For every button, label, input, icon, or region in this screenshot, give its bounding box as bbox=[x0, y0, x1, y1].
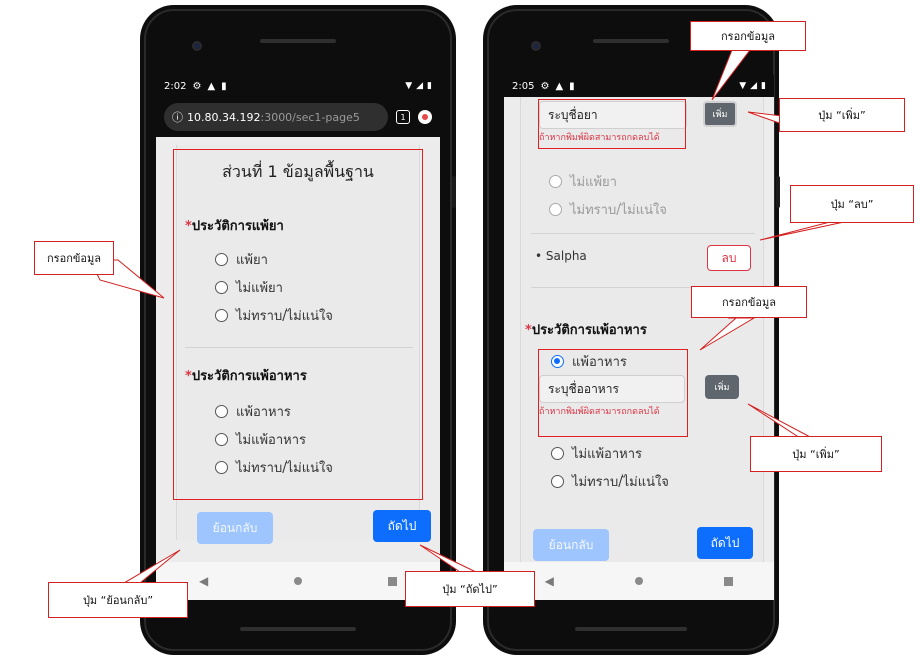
radio-food-unsure[interactable]: ไม่ทราบ/ไม่แน่ใจ bbox=[551, 471, 669, 492]
radio-label: ไม่แพ้อาหาร bbox=[572, 447, 643, 462]
callout-next: ปุ่ม “ถัดไป” bbox=[405, 571, 535, 607]
next-button[interactable]: ถัดไป bbox=[697, 527, 753, 559]
status-time: 2:02 bbox=[164, 80, 187, 92]
list-divider bbox=[531, 233, 755, 234]
nav-recents-icon[interactable] bbox=[724, 576, 734, 586]
add-food-button[interactable]: เพิ่ม bbox=[705, 375, 739, 399]
left-screen: 2:02 ⚙ ▲ ▮ ▼ ◢ ▮ ⓘ 10.80.34.192:3000/sec… bbox=[156, 75, 440, 600]
sd-card-icon: ▮ bbox=[221, 80, 227, 92]
battery-icon: ▮ bbox=[427, 81, 432, 91]
added-drug-item: • Salpha bbox=[535, 249, 587, 263]
url-bar[interactable]: ⓘ 10.80.34.192:3000/sec1-page5 bbox=[164, 103, 388, 131]
radio-circle[interactable] bbox=[551, 475, 564, 488]
wifi-icon: ▼ bbox=[405, 81, 413, 91]
right-phone-side-button bbox=[776, 176, 780, 208]
browser-toolbar: ⓘ 10.80.34.192:3000/sec1-page5 1 bbox=[156, 97, 440, 137]
right-phone-frame: 2:05 ⚙ ▲ ▮ ▼ ◢ ▮ ระบุชื่อยา เพิ่ม ถ้าหาก… bbox=[483, 5, 779, 655]
food-input-highlight bbox=[538, 349, 688, 437]
delete-drug-button[interactable]: ลบ bbox=[707, 245, 751, 271]
left-phone-side-button bbox=[452, 176, 456, 208]
radio-food-not-allergic[interactable]: ไม่แพ้อาหาร bbox=[551, 443, 642, 464]
radio-circle[interactable] bbox=[551, 447, 564, 460]
callout-left-fill: กรอกข้อมูล bbox=[34, 241, 114, 275]
signal-icon: ◢ bbox=[750, 81, 758, 91]
callout-add-bottom: ปุ่ม “เพิ่ม” bbox=[750, 436, 882, 472]
radio-drug-unsure[interactable]: ไม่ทราบ/ไม่แน่ใจ bbox=[549, 199, 667, 220]
back-button[interactable]: ย้อนกลับ bbox=[533, 529, 609, 561]
back-button[interactable]: ย้อนกลับ bbox=[197, 512, 273, 544]
front-camera bbox=[192, 41, 202, 51]
wifi-icon: ▼ bbox=[739, 81, 747, 91]
food-allergy-label-text: ประวัติการแพ้อาหาร bbox=[531, 323, 647, 338]
top-speaker bbox=[260, 39, 336, 43]
radio-label: ไม่ทราบ/ไม่แน่ใจ bbox=[572, 475, 669, 490]
required-asterisk: * bbox=[525, 323, 532, 338]
sd-card-icon: ▮ bbox=[569, 80, 575, 92]
nav-back-icon[interactable]: ◀ bbox=[545, 574, 554, 588]
bottom-speaker bbox=[240, 627, 356, 631]
nav-home-icon[interactable] bbox=[294, 577, 303, 585]
gear-icon: ⚙ bbox=[540, 80, 550, 92]
radio-label: ไม่แพ้ยา bbox=[570, 175, 617, 190]
tab-switcher-icon[interactable]: 1 bbox=[396, 110, 410, 124]
warning-icon: ▲ bbox=[207, 80, 216, 92]
url-path: :3000/sec1-page5 bbox=[260, 110, 360, 124]
nav-home-icon[interactable] bbox=[635, 577, 644, 585]
browser-menu-icon[interactable] bbox=[418, 110, 432, 124]
nav-recents-icon[interactable] bbox=[388, 576, 398, 586]
callout-back: ปุ่ม “ย้อนกลับ” bbox=[48, 582, 188, 618]
radio-label: ไม่ทราบ/ไม่แน่ใจ bbox=[570, 203, 667, 218]
gear-icon: ⚙ bbox=[192, 80, 202, 92]
android-nav-bar: ◀ bbox=[504, 562, 774, 600]
warning-icon: ▲ bbox=[555, 80, 564, 92]
callout-right-fill-top: กรอกข้อมูล bbox=[690, 21, 806, 51]
android-nav-bar: ◀ bbox=[156, 562, 440, 600]
bottom-speaker bbox=[575, 627, 687, 631]
form-highlight-box bbox=[173, 149, 423, 500]
top-speaker bbox=[593, 39, 669, 43]
radio-drug-not-allergic[interactable]: ไม่แพ้ยา bbox=[549, 171, 617, 192]
food-allergy-label: *ประวัติการแพ้อาหาร bbox=[525, 319, 647, 340]
radio-circle[interactable] bbox=[549, 203, 562, 216]
url-host: 10.80.34.192 bbox=[187, 110, 261, 124]
battery-icon: ▮ bbox=[761, 81, 766, 91]
signal-icon: ◢ bbox=[416, 81, 424, 91]
add-drug-button[interactable]: เพิ่ม bbox=[703, 101, 737, 127]
right-screen: 2:05 ⚙ ▲ ▮ ▼ ◢ ▮ ระบุชื่อยา เพิ่ม ถ้าหาก… bbox=[504, 75, 774, 600]
callout-add-top: ปุ่ม “เพิ่ม” bbox=[779, 98, 905, 132]
bullet: • bbox=[535, 249, 546, 263]
left-phone-frame: 2:02 ⚙ ▲ ▮ ▼ ◢ ▮ ⓘ 10.80.34.192:3000/sec… bbox=[140, 5, 456, 655]
added-drug-name: Salpha bbox=[545, 249, 587, 263]
front-camera bbox=[531, 41, 541, 51]
status-bar: 2:05 ⚙ ▲ ▮ ▼ ◢ ▮ bbox=[504, 75, 774, 97]
status-bar: 2:02 ⚙ ▲ ▮ ▼ ◢ ▮ bbox=[156, 75, 440, 97]
radio-circle[interactable] bbox=[549, 175, 562, 188]
nav-back-icon[interactable]: ◀ bbox=[199, 574, 208, 588]
info-icon[interactable]: ⓘ bbox=[172, 109, 183, 125]
status-time: 2:05 bbox=[512, 80, 535, 92]
callout-delete: ปุ่ม “ลบ” bbox=[790, 185, 914, 223]
drug-input-highlight bbox=[538, 99, 686, 149]
next-button[interactable]: ถัดไป bbox=[373, 510, 431, 542]
callout-right-fill-mid: กรอกข้อมูล bbox=[691, 286, 807, 318]
